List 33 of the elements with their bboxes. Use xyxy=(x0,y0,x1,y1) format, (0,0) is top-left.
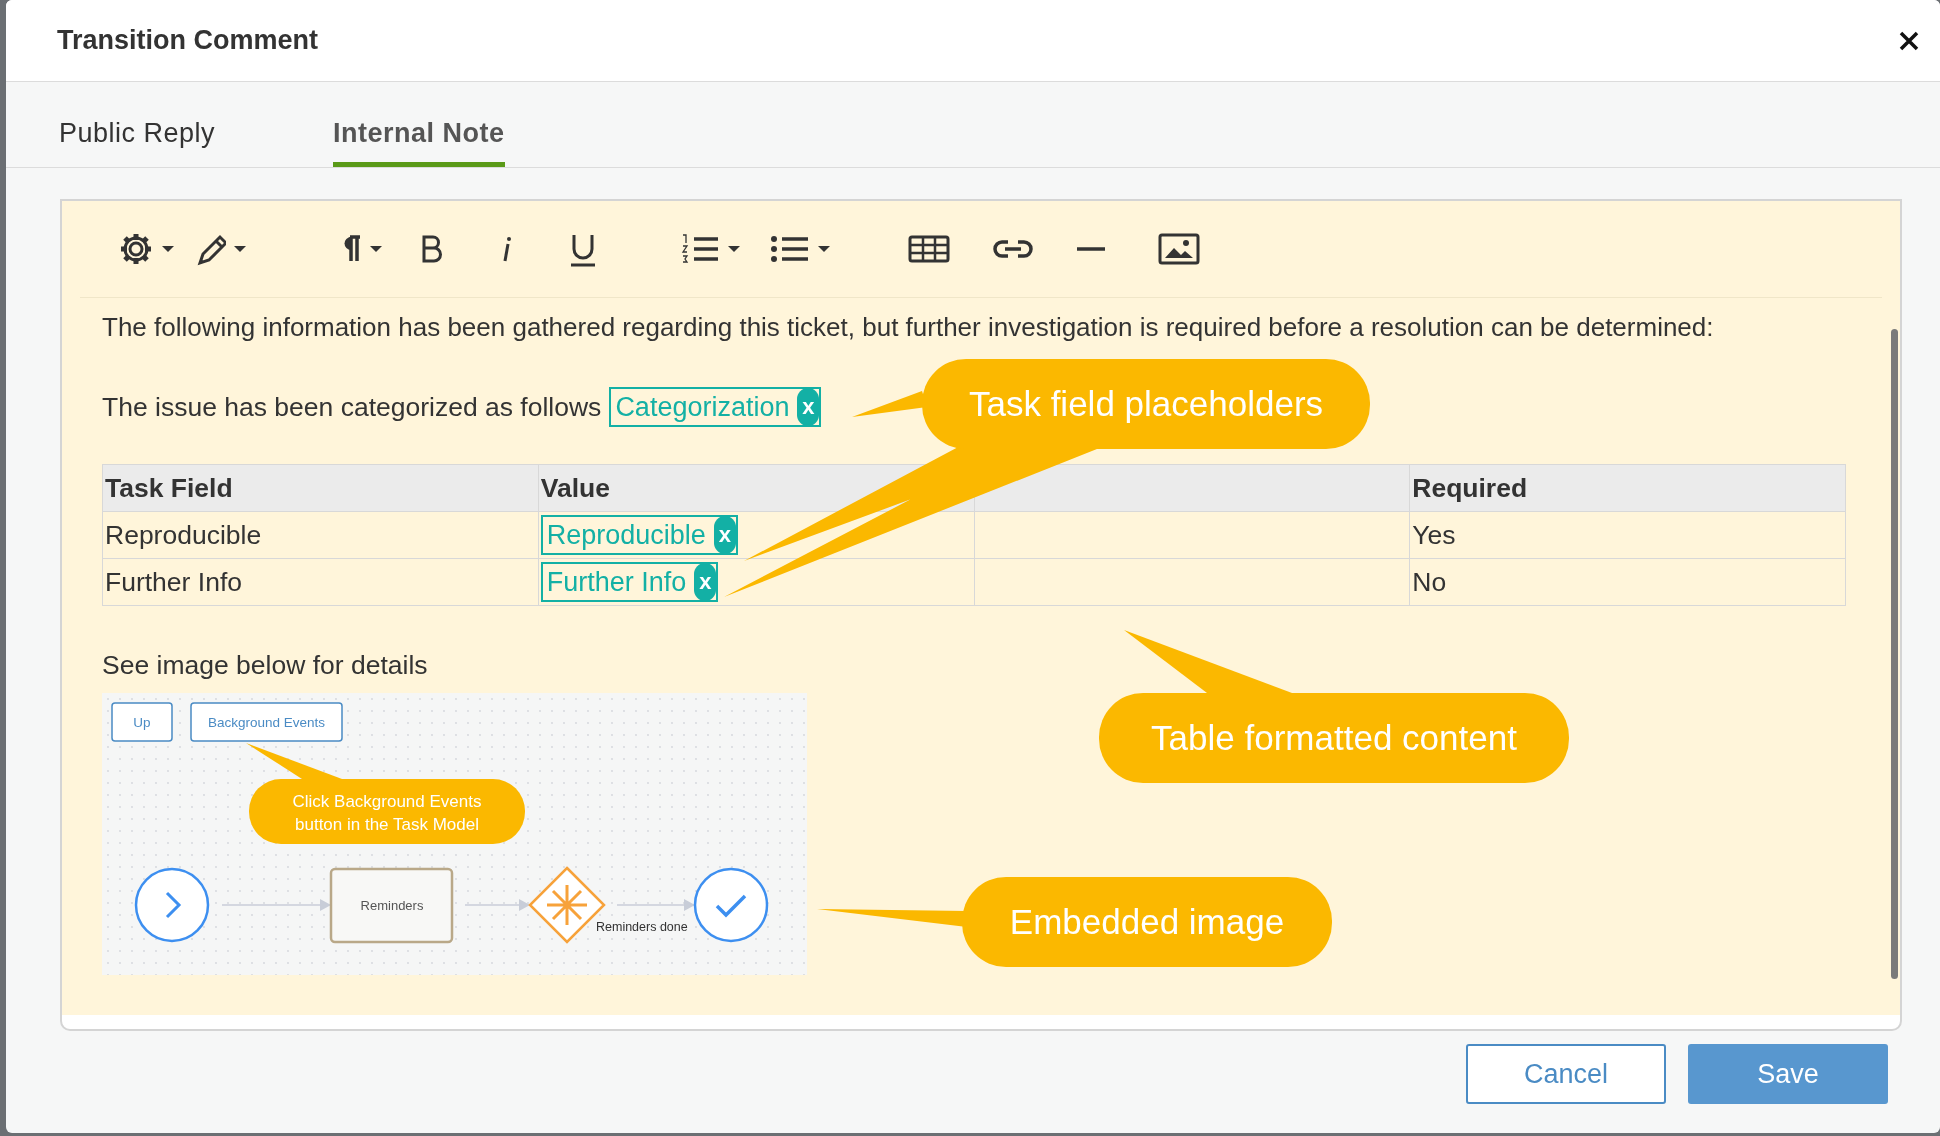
body-text: See image below for details xyxy=(102,650,429,681)
table-cell: Further Info xyxy=(102,558,539,606)
tab[interactable]: Public Reply xyxy=(59,118,216,167)
column-header: Required xyxy=(1409,464,1846,512)
end-node-icon xyxy=(693,867,769,943)
table-cell: Yes xyxy=(1409,511,1846,559)
image-icon[interactable] xyxy=(1158,231,1200,267)
cancel-button[interactable]: Cancel xyxy=(1466,1044,1666,1104)
remove-button[interactable]: x xyxy=(713,516,736,554)
intro-paragraph: The following information has been gathered regarding this ticket, but further investigation is required before a resolution can be determined: xyxy=(102,312,1715,343)
chip-label: Reproducible xyxy=(546,519,706,551)
table-cell: Reproducible xyxy=(102,511,539,559)
chip-label: Categorization xyxy=(615,391,790,423)
chip-label: Further Info xyxy=(546,566,687,598)
callout-text: Click Background Events xyxy=(292,792,482,811)
callout-label: Task field placeholders xyxy=(922,359,1370,449)
scrollbar[interactable] xyxy=(1891,329,1898,979)
edge-label: Reminders done xyxy=(596,920,688,934)
task-label: Reminders xyxy=(360,898,424,913)
table-cell: No xyxy=(1409,558,1846,606)
body-text: The issue has been categorized as follows xyxy=(102,391,602,423)
save-button[interactable]: Save xyxy=(1688,1044,1888,1104)
remove-button[interactable]: x xyxy=(694,563,717,601)
close-icon[interactable] xyxy=(1898,29,1920,52)
tab[interactable]: Internal Note xyxy=(333,118,505,167)
settings-icon[interactable] xyxy=(118,231,174,267)
dialog-title: Transition Comment xyxy=(57,25,319,56)
callout-text: button in the Task Model xyxy=(295,815,479,834)
column-header: Task Field xyxy=(102,464,539,512)
flow-arrow xyxy=(464,899,530,911)
callout-label: Embedded image xyxy=(962,877,1332,967)
start-node-icon xyxy=(134,867,210,943)
remove-button[interactable]: x xyxy=(797,388,820,426)
